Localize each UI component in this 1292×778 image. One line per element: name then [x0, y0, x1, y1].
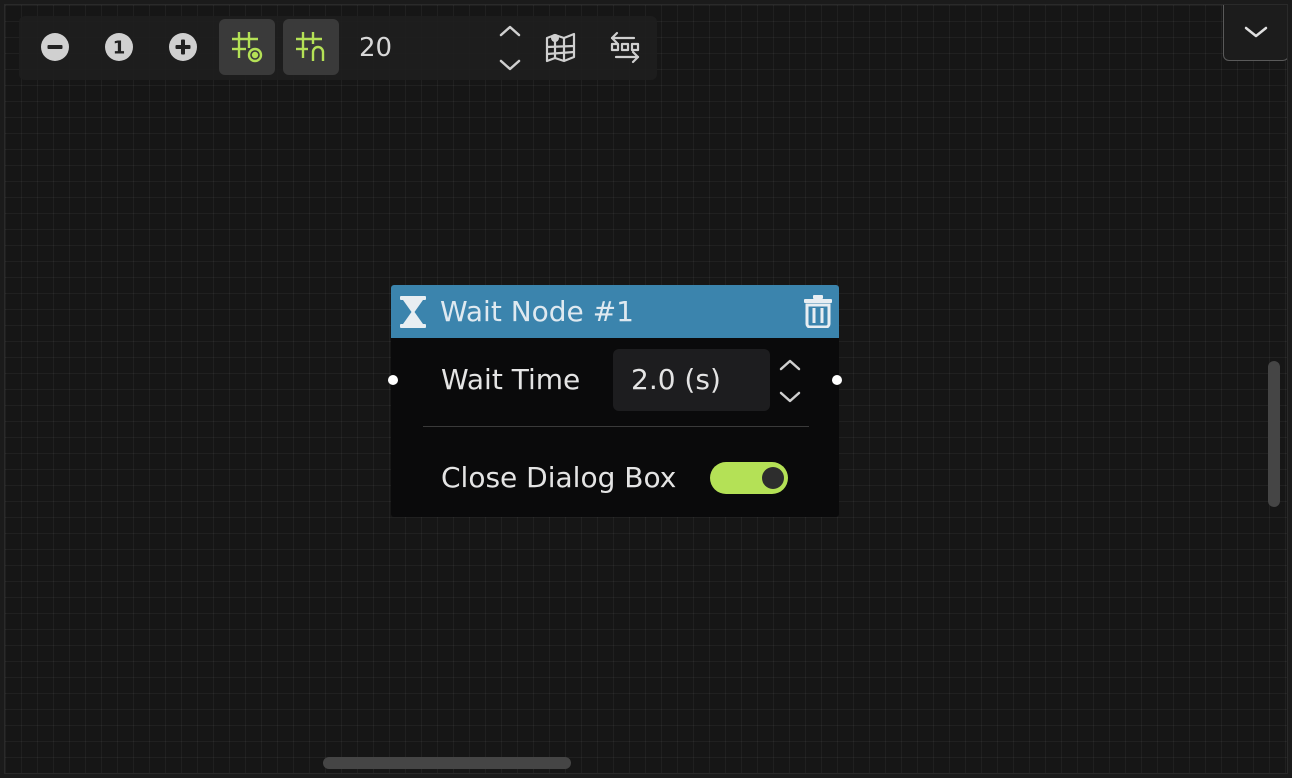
wait-time-input[interactable]: 2.0 (s): [613, 349, 770, 411]
chevron-up-icon[interactable]: [778, 357, 802, 373]
close-dialog-toggle[interactable]: [710, 462, 788, 494]
vertical-scrollbar[interactable]: [1268, 361, 1280, 507]
svg-text:1: 1: [113, 38, 126, 59]
hourglass-icon: [400, 296, 426, 328]
node-editor-canvas[interactable]: 1 20 Wait Node #1 Wait Time 2.0 (s) Clos…: [4, 4, 1288, 774]
output-port[interactable]: [832, 375, 842, 385]
zoom-reset-button[interactable]: 1: [91, 19, 147, 75]
grid-eye-icon: [232, 32, 263, 63]
arrange-nodes-button[interactable]: [597, 19, 653, 75]
minus-circle-icon: [41, 33, 69, 61]
input-port[interactable]: [388, 375, 398, 385]
chevron-down-icon: [1244, 26, 1268, 37]
wait-node[interactable]: Wait Node #1 Wait Time 2.0 (s) Close Dia…: [388, 285, 842, 517]
grid-size-value[interactable]: 20: [359, 30, 439, 66]
map-icon: [545, 32, 576, 63]
field-divider: [423, 426, 809, 427]
panel-dropdown-button[interactable]: [1223, 5, 1287, 61]
chevron-down-icon[interactable]: [778, 389, 802, 405]
arrange-nodes-icon: [610, 31, 640, 64]
zoom-in-button[interactable]: [155, 19, 211, 75]
show-grid-toggle[interactable]: [219, 19, 275, 75]
one-circle-icon: 1: [105, 33, 133, 61]
trash-icon[interactable]: [803, 294, 833, 328]
toggle-knob: [762, 467, 784, 489]
wait-time-stepper[interactable]: [777, 357, 803, 405]
snap-grid-toggle[interactable]: [283, 19, 339, 75]
horizontal-scrollbar[interactable]: [323, 757, 571, 769]
wait-time-label: Wait Time: [441, 363, 581, 396]
zoom-out-button[interactable]: [27, 19, 83, 75]
grid-size-stepper[interactable]: [496, 23, 524, 73]
grid-magnet-icon: [296, 32, 325, 61]
minimap-button[interactable]: [533, 19, 589, 75]
canvas-toolbar: 1 20: [19, 16, 657, 80]
close-dialog-label: Close Dialog Box: [441, 461, 677, 494]
plus-circle-icon: [169, 33, 197, 61]
node-title: Wait Node #1: [440, 295, 634, 328]
chevron-up-icon[interactable]: [498, 23, 522, 39]
chevron-down-icon[interactable]: [498, 57, 522, 73]
node-header[interactable]: Wait Node #1: [391, 285, 839, 338]
